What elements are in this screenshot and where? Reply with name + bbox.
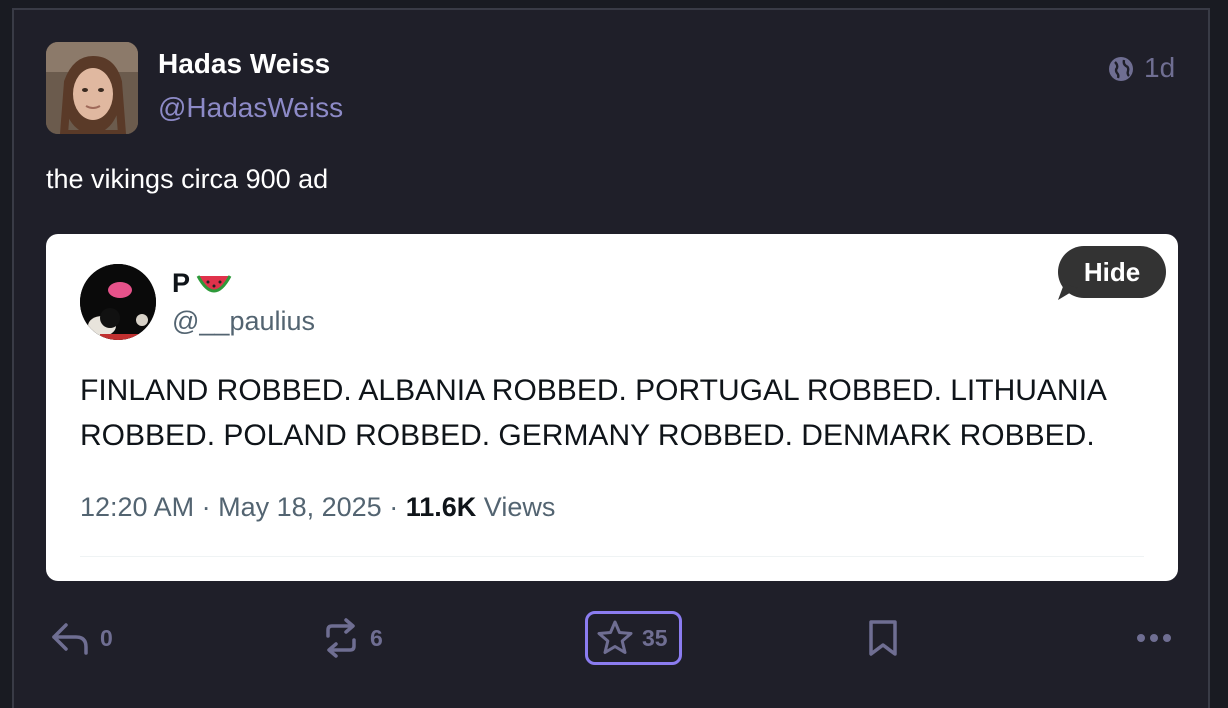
embed-author-name[interactable]: P xyxy=(172,268,190,299)
meta-separator: · xyxy=(201,492,219,522)
bookmark-button[interactable] xyxy=(866,612,900,664)
embed-text: FINLAND ROBBED. ALBANIA ROBBED. PORTUGAL… xyxy=(80,374,1106,452)
star-icon xyxy=(597,620,633,654)
watermelon-icon xyxy=(196,275,232,293)
author-handle[interactable]: @HadasWeiss xyxy=(158,92,343,124)
post-timestamp[interactable]: 1d xyxy=(1144,52,1175,84)
embed-author-handle[interactable]: @__paulius xyxy=(172,306,315,337)
like-button[interactable]: 35 xyxy=(585,611,682,665)
embed-views-count: 11.6K xyxy=(405,492,477,522)
reply-button[interactable]: 0 xyxy=(50,612,113,664)
repost-button[interactable]: 6 xyxy=(322,612,383,664)
more-options-button[interactable] xyxy=(1136,612,1172,664)
repost-icon xyxy=(326,618,356,658)
repost-count: 6 xyxy=(370,624,383,651)
embed-avatar xyxy=(80,264,156,340)
reply-count: 0 xyxy=(100,624,113,651)
avatar[interactable] xyxy=(46,42,138,134)
embedded-post-card[interactable]: P @__paulius Hide FINLAND ROBBED. ALBANI… xyxy=(46,234,1178,581)
like-count: 35 xyxy=(642,624,668,651)
embed-views-label: Views xyxy=(483,492,556,522)
bookmark-icon xyxy=(869,620,897,656)
embed-date[interactable]: May 18, 2025 xyxy=(218,492,382,522)
globe-icon xyxy=(1109,57,1133,81)
author-name[interactable]: Hadas Weiss xyxy=(158,48,330,80)
embed-meta: 12:20 AM · May 18, 2025 · 11.6K Views xyxy=(80,492,555,523)
hide-bubble-tail xyxy=(1058,284,1078,300)
embed-time[interactable]: 12:20 AM xyxy=(80,492,194,522)
meta-separator: · xyxy=(389,492,406,522)
post-text: the vikings circa 900 ad xyxy=(46,164,329,194)
embed-divider xyxy=(80,556,1144,557)
ellipsis-icon xyxy=(1137,634,1171,642)
reply-icon xyxy=(52,623,88,655)
